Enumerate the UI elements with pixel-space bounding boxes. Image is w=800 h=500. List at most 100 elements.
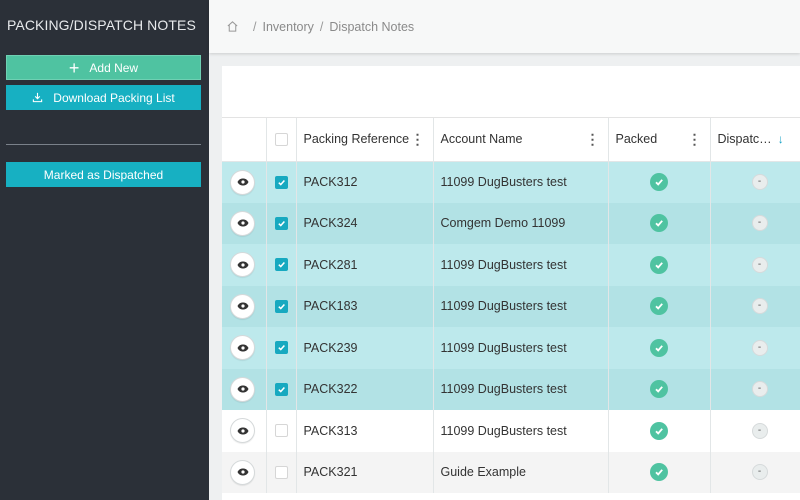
breadcrumb-inventory[interactable]: Inventory (262, 20, 313, 34)
packed-status-badge (650, 214, 668, 233)
account-name-cell: 11099 DugBusters test (433, 244, 609, 286)
row-checkbox[interactable] (274, 258, 288, 272)
account-name-cell: 11099 DugBusters test (433, 410, 609, 452)
table-row[interactable]: PACK239 11099 DugBusters test - (222, 327, 800, 369)
eye-icon (237, 178, 248, 186)
eye-icon (237, 344, 248, 352)
header-packed-label: Packed (615, 132, 658, 147)
table-row[interactable]: PACK281 11099 DugBusters test - (222, 244, 800, 286)
row-checkbox[interactable] (274, 465, 288, 479)
select-cell (266, 161, 297, 203)
table-row[interactable]: PACK322 11099 DugBusters test - (222, 368, 800, 410)
row-checkbox[interactable] (274, 299, 288, 313)
dispatch-notes-table: Packing Reference ⋮ Account Name ⋮ Packe… (222, 118, 800, 493)
add-new-button[interactable]: + Add New (6, 55, 201, 80)
check-icon (655, 303, 663, 310)
row-checkbox[interactable] (274, 216, 288, 230)
eye-icon (237, 468, 248, 476)
view-cell (222, 368, 267, 410)
marked-as-dispatched-button[interactable]: Marked as Dispatched (6, 162, 201, 187)
view-button[interactable] (230, 210, 255, 236)
header-account-name-label: Account Name (440, 132, 523, 147)
table-row[interactable]: PACK313 11099 DugBusters test - (222, 410, 800, 452)
eye-icon (237, 261, 248, 269)
select-cell (266, 368, 297, 410)
account-name-cell: 11099 DugBusters test (433, 368, 609, 410)
packed-status-badge (650, 380, 668, 399)
view-button[interactable] (230, 376, 255, 402)
check-icon (655, 469, 663, 476)
home-icon[interactable] (226, 20, 239, 33)
header-select-all (266, 118, 297, 162)
download-packing-list-button[interactable]: Download Packing List (6, 85, 201, 110)
column-menu-icon[interactable]: ⋮ (586, 131, 600, 148)
dispatched-cell: - (710, 161, 800, 203)
row-checkbox[interactable] (274, 382, 288, 396)
header-dispatched[interactable]: Dispatc… ↓ ⋮ (710, 118, 800, 162)
view-cell (222, 327, 267, 369)
view-cell (222, 202, 267, 244)
check-icon (655, 386, 663, 393)
check-icon (277, 386, 285, 393)
packed-status-badge (650, 173, 668, 191)
column-menu-icon[interactable]: ⋮ (796, 131, 800, 148)
table-row[interactable]: PACK321 Guide Example - (222, 451, 800, 493)
header-packing-reference[interactable]: Packing Reference ⋮ (296, 118, 434, 162)
select-cell (266, 285, 297, 327)
check-icon (277, 303, 285, 310)
download-icon (33, 92, 43, 103)
packed-cell (608, 451, 711, 493)
dispatched-status-badge: - (751, 256, 768, 273)
sidebar-title: PACKING/DISPATCH NOTES (7, 17, 196, 33)
row-checkbox[interactable] (274, 424, 288, 438)
view-button[interactable] (230, 169, 255, 195)
select-all-checkbox[interactable] (274, 132, 288, 146)
breadcrumb-separator: / (319, 19, 324, 34)
account-name-cell: 11099 DugBusters test (433, 161, 609, 203)
dispatched-status-badge: - (751, 339, 768, 356)
view-button[interactable] (230, 293, 255, 319)
header-dispatched-label: Dispatc… (717, 132, 772, 147)
view-button[interactable] (230, 459, 255, 485)
packed-status-badge (650, 421, 668, 440)
check-icon (655, 427, 663, 435)
row-checkbox[interactable] (274, 175, 288, 189)
packed-cell (608, 285, 711, 327)
packing-reference-cell: PACK322 (296, 368, 434, 410)
sort-descending-icon[interactable]: ↓ (778, 132, 784, 146)
table-row[interactable]: PACK312 11099 DugBusters test - (222, 161, 800, 203)
packed-cell (608, 161, 711, 203)
table-row[interactable]: PACK183 11099 DugBusters test - (222, 285, 800, 327)
header-account-name[interactable]: Account Name ⋮ (433, 118, 609, 162)
view-cell (222, 451, 267, 493)
check-icon (277, 220, 285, 227)
view-button[interactable] (230, 335, 255, 361)
packing-reference-cell: PACK313 (296, 410, 434, 452)
packing-reference-cell: PACK321 (296, 451, 434, 493)
breadcrumb-dispatch-notes: Dispatch Notes (329, 19, 415, 34)
packed-status-badge (650, 338, 668, 357)
sidebar: PACKING/DISPATCH NOTES + Add New Downloa… (0, 0, 209, 500)
dispatched-cell: - (710, 285, 800, 327)
header-packed[interactable]: Packed ⋮ (608, 118, 711, 162)
account-name-cell: 11099 DugBusters test (433, 285, 609, 327)
packing-reference-cell: PACK239 (296, 327, 434, 369)
view-cell (222, 244, 267, 286)
table-header-row: Packing Reference ⋮ Account Name ⋮ Packe… (222, 118, 800, 162)
eye-icon (237, 385, 248, 393)
view-button[interactable] (230, 418, 255, 444)
select-cell (266, 327, 297, 369)
column-menu-icon[interactable]: ⋮ (688, 131, 702, 148)
packed-status-badge (650, 255, 668, 274)
dispatched-cell: - (710, 244, 800, 286)
download-packing-list-label: Download Packing List (53, 90, 175, 105)
add-new-label: Add New (89, 60, 139, 75)
table-row[interactable]: PACK324 Comgem Demo 11099 - (222, 202, 800, 244)
column-menu-icon[interactable]: ⋮ (411, 131, 425, 148)
breadcrumb: / Inventory / Dispatch Notes (209, 0, 800, 53)
view-button[interactable] (230, 252, 255, 278)
packed-cell (608, 368, 711, 410)
row-checkbox[interactable] (274, 341, 288, 355)
dispatched-cell: - (710, 327, 800, 369)
plus-icon: + (68, 57, 80, 78)
